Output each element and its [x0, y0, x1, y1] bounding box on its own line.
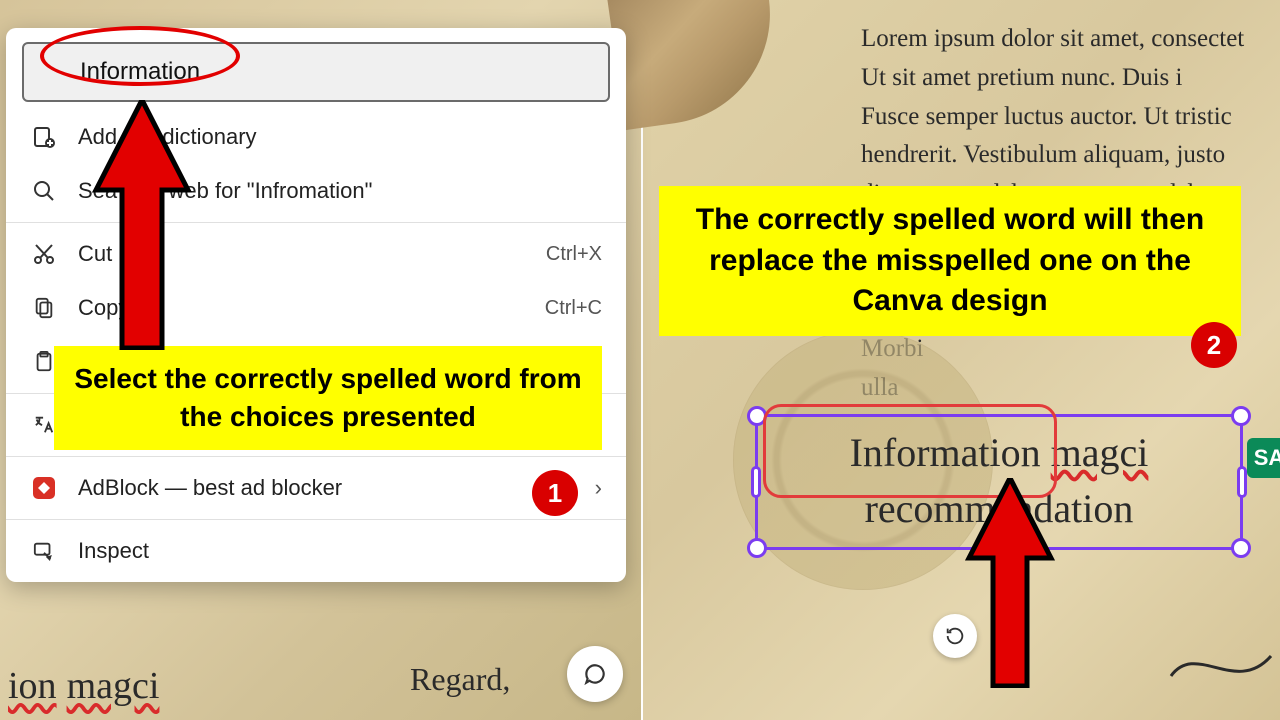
copy-icon [30, 295, 58, 321]
chevron-right-icon: › [595, 475, 602, 501]
right-panel: Lorem ipsum dolor sit amet, consectet Ut… [643, 0, 1280, 720]
flourish-decoration [1166, 636, 1276, 706]
shortcut: Ctrl+C [545, 297, 602, 320]
regard-text: Regard, [410, 661, 510, 698]
inspect-icon [30, 538, 58, 564]
pointer-arrow-up [92, 100, 192, 350]
spell-suggestion[interactable]: Information [22, 42, 610, 102]
left-panel: Information Add xxx dictionary Seaxxxe w… [0, 0, 641, 720]
pointer-arrow-up [965, 478, 1055, 688]
callout-right: The correctly spelled word will then rep… [659, 186, 1241, 336]
dictionary-add-icon [30, 124, 58, 150]
corrected-word: Information [850, 430, 1041, 475]
adblock-icon [30, 475, 58, 501]
inspect-item[interactable]: Inspect [6, 524, 626, 578]
misspelled-fragment: ion [8, 665, 57, 707]
menu-label: Inspect [78, 538, 602, 564]
shortcut: Ctrl+X [546, 243, 602, 266]
badge-initials: SA [1254, 445, 1280, 471]
callout-text: Select the correctly spelled word from t… [74, 363, 581, 432]
menu-separator [6, 519, 626, 520]
callout-text: The correctly spelled word will then rep… [696, 203, 1204, 317]
cut-icon [30, 241, 58, 267]
badge-number: 1 [548, 478, 562, 509]
help-button[interactable] [567, 646, 623, 702]
step-badge-2: 2 [1191, 322, 1237, 368]
callout-left: Select the correctly spelled word from t… [54, 346, 602, 450]
menu-separator [6, 456, 626, 457]
search-icon [30, 178, 58, 204]
spell-suggestion-label: Information [80, 58, 200, 86]
misspelled-word: magci [1051, 430, 1149, 475]
canvas-misspelled-text[interactable]: ionmagci [8, 664, 159, 708]
misspelled-fragment: magci [67, 665, 160, 707]
menu-label: AdBlock — best ad blocker [78, 475, 595, 501]
collaborator-badge[interactable]: SA [1247, 438, 1280, 478]
step-badge-1: 1 [532, 470, 578, 516]
badge-number: 2 [1207, 330, 1221, 361]
